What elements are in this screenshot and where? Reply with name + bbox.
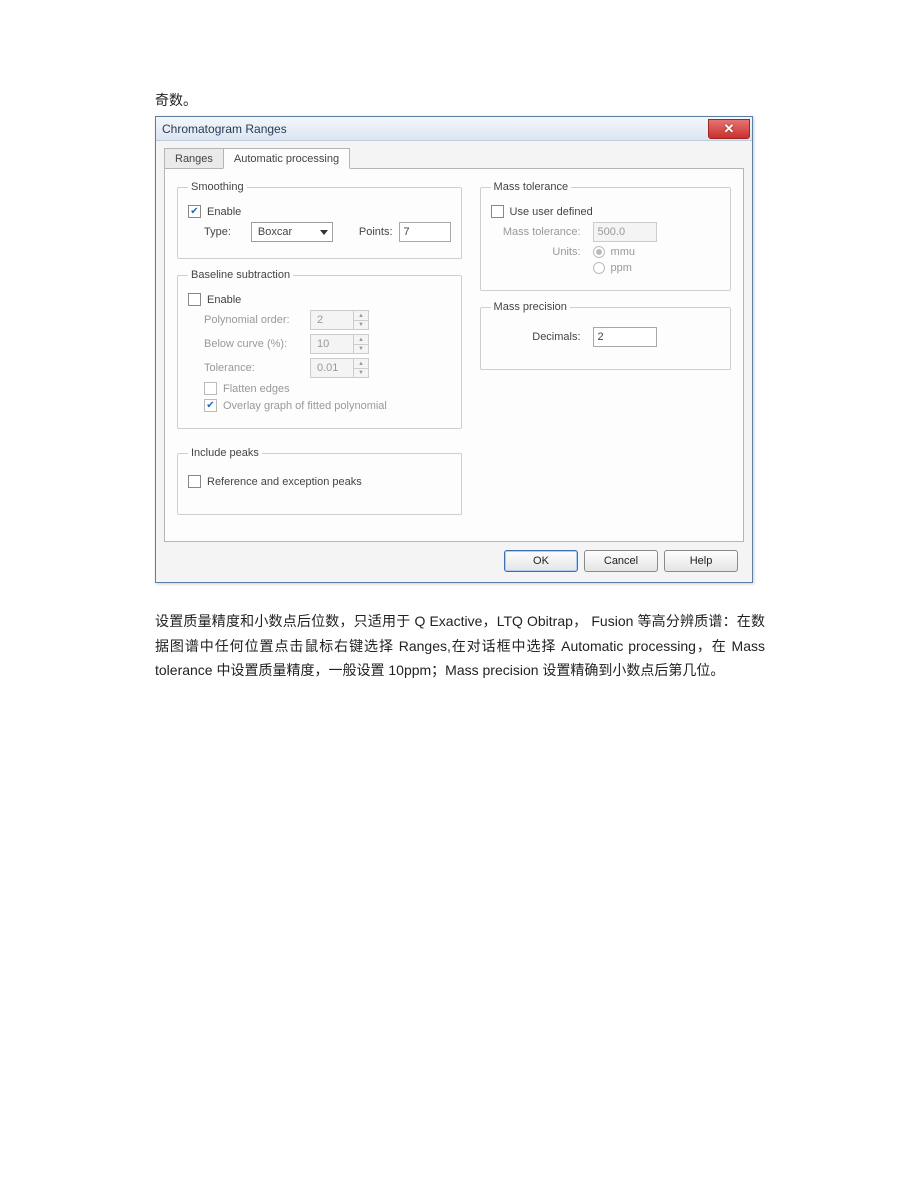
close-button[interactable]: ✕ bbox=[708, 119, 750, 139]
spin-up-icon: ▲ bbox=[354, 359, 368, 368]
reference-peaks-checkbox[interactable] bbox=[188, 475, 201, 488]
tolerance-value: 0.01 bbox=[311, 359, 353, 377]
decimals-input[interactable]: 2 bbox=[593, 327, 657, 347]
mass-tolerance-legend: Mass tolerance bbox=[491, 181, 572, 193]
help-button[interactable]: Help bbox=[664, 550, 738, 572]
mass-precision-legend: Mass precision bbox=[491, 301, 570, 313]
mass-tol-input[interactable]: 500.0 bbox=[593, 222, 657, 242]
below-curve-value: 10 bbox=[311, 335, 353, 353]
poly-order-value: 2 bbox=[311, 311, 353, 329]
flatten-edges-checkbox[interactable] bbox=[204, 382, 217, 395]
baseline-legend: Baseline subtraction bbox=[188, 269, 293, 281]
below-curve-label: Below curve (%): bbox=[204, 338, 304, 350]
flatten-edges-label: Flatten edges bbox=[223, 383, 290, 395]
include-peaks-group: Include peaks Reference and exception pe… bbox=[177, 447, 462, 515]
overlay-graph-checkbox[interactable]: ✔ bbox=[204, 399, 217, 412]
overlay-graph-label: Overlay graph of fitted polynomial bbox=[223, 400, 387, 412]
smoothing-points-input[interactable]: 7 bbox=[399, 222, 451, 242]
smoothing-points-value: 7 bbox=[404, 226, 410, 238]
tab-automatic-processing[interactable]: Automatic processing bbox=[223, 148, 350, 169]
mass-tol-value: 500.0 bbox=[598, 226, 626, 238]
baseline-enable-checkbox[interactable] bbox=[188, 293, 201, 306]
close-icon: ✕ bbox=[724, 122, 735, 135]
decimals-value: 2 bbox=[598, 331, 604, 343]
units-ppm-radio[interactable] bbox=[593, 262, 605, 274]
smoothing-group: Smoothing ✔ Enable Type: Boxcar bbox=[177, 181, 462, 259]
tabstrip: Ranges Automatic processing bbox=[164, 147, 744, 169]
units-mmu-label: mmu bbox=[611, 246, 635, 258]
cancel-button[interactable]: Cancel bbox=[584, 550, 658, 572]
mass-precision-group: Mass precision Decimals: 2 bbox=[480, 301, 731, 370]
post-text: 设置质量精度和小数点后位数，只适用于 Q Exactive，LTQ Obitra… bbox=[155, 609, 765, 683]
below-curve-spinner[interactable]: 10 ▲▼ bbox=[310, 334, 369, 354]
units-mmu-radio[interactable] bbox=[593, 246, 605, 258]
include-peaks-legend: Include peaks bbox=[188, 447, 262, 459]
dialog-title: Chromatogram Ranges bbox=[162, 122, 287, 136]
units-ppm-label: ppm bbox=[611, 262, 632, 274]
decimals-label: Decimals: bbox=[491, 331, 587, 343]
spin-up-icon: ▲ bbox=[354, 311, 368, 320]
smoothing-type-combo[interactable]: Boxcar bbox=[251, 222, 333, 242]
smoothing-type-label: Type: bbox=[204, 226, 231, 238]
use-user-defined-label: Use user defined bbox=[510, 206, 593, 218]
smoothing-type-value: Boxcar bbox=[258, 226, 292, 238]
smoothing-enable-checkbox[interactable]: ✔ bbox=[188, 205, 201, 218]
smoothing-legend: Smoothing bbox=[188, 181, 247, 193]
tolerance-spinner[interactable]: 0.01 ▲▼ bbox=[310, 358, 369, 378]
tab-ranges[interactable]: Ranges bbox=[164, 148, 224, 169]
tolerance-label: Tolerance: bbox=[204, 362, 304, 374]
spin-up-icon: ▲ bbox=[354, 335, 368, 344]
button-row: OK Cancel Help bbox=[164, 542, 744, 572]
titlebar: Chromatogram Ranges ✕ bbox=[156, 117, 752, 141]
spin-down-icon: ▼ bbox=[354, 344, 368, 353]
baseline-group: Baseline subtraction Enable Polynomial o… bbox=[177, 269, 462, 429]
tab-content: Smoothing ✔ Enable Type: Boxcar bbox=[164, 168, 744, 542]
right-column: Mass tolerance Use user defined Mass tol… bbox=[480, 181, 731, 525]
poly-order-label: Polynomial order: bbox=[204, 314, 304, 326]
smoothing-points-label: Points: bbox=[359, 226, 393, 238]
poly-order-spinner[interactable]: 2 ▲▼ bbox=[310, 310, 369, 330]
left-column: Smoothing ✔ Enable Type: Boxcar bbox=[177, 181, 462, 525]
chevron-down-icon bbox=[320, 230, 328, 235]
mass-tolerance-group: Mass tolerance Use user defined Mass tol… bbox=[480, 181, 731, 291]
smoothing-enable-label: Enable bbox=[207, 206, 241, 218]
mass-tol-label: Mass tolerance: bbox=[491, 226, 587, 238]
chromatogram-ranges-dialog: Chromatogram Ranges ✕ Ranges Automatic p… bbox=[155, 116, 753, 583]
use-user-defined-checkbox[interactable] bbox=[491, 205, 504, 218]
reference-peaks-label: Reference and exception peaks bbox=[207, 476, 362, 488]
spin-down-icon: ▼ bbox=[354, 320, 368, 329]
pre-text: 奇数。 bbox=[155, 90, 765, 110]
baseline-enable-label: Enable bbox=[207, 294, 241, 306]
ok-button[interactable]: OK bbox=[504, 550, 578, 572]
units-label: Units: bbox=[491, 246, 587, 258]
spin-down-icon: ▼ bbox=[354, 368, 368, 377]
dialog-body: Ranges Automatic processing Smoothing ✔ … bbox=[156, 141, 752, 582]
